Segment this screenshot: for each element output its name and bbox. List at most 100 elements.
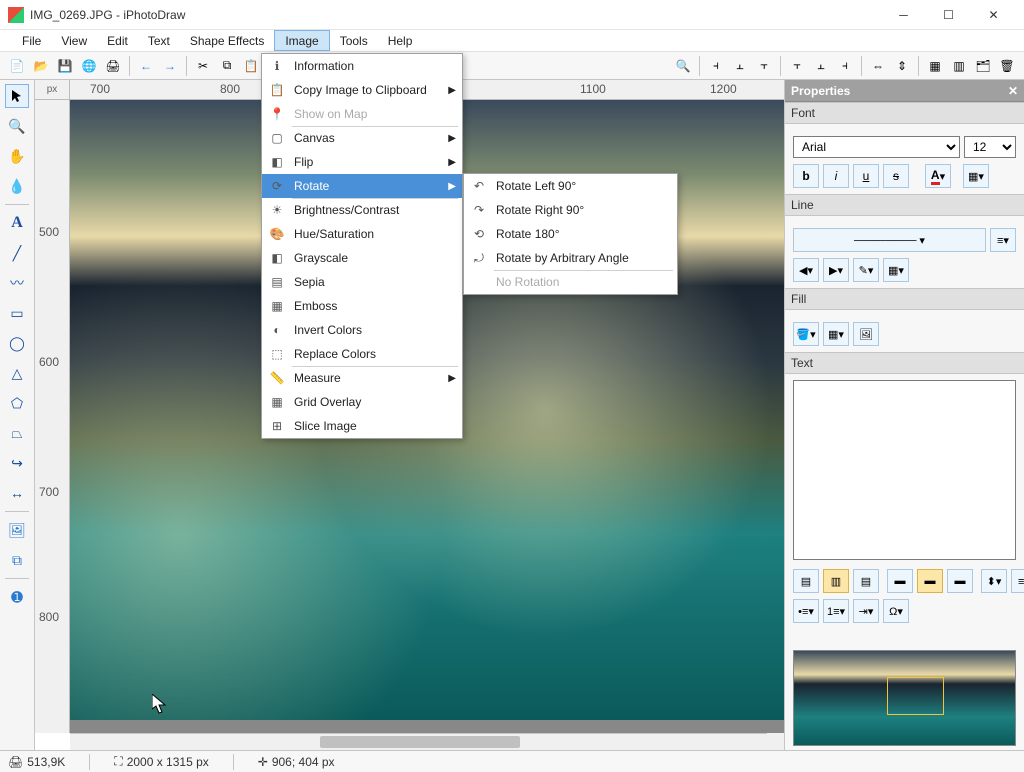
properties-close-icon[interactable]: ✕: [1008, 84, 1018, 98]
fill-image-icon[interactable]: 🖼: [853, 322, 879, 346]
font-size-select[interactable]: 12: [964, 136, 1016, 158]
next-icon[interactable]: →: [159, 55, 181, 77]
font-family-select[interactable]: Arial: [793, 136, 960, 158]
cut-icon[interactable]: ✂: [192, 55, 214, 77]
align-middle-icon[interactable]: ⫠: [810, 55, 832, 77]
numbering-icon[interactable]: 1≡▾: [823, 599, 849, 623]
distribute-h-icon[interactable]: ⇔: [867, 55, 889, 77]
text-direction-icon[interactable]: ⬍▾: [981, 569, 1007, 593]
layout-split-icon[interactable]: ▥: [948, 55, 970, 77]
rotate-menu-rotate-left-90-[interactable]: ↶Rotate Left 90°: [464, 174, 677, 198]
strikethrough-icon[interactable]: s: [883, 164, 909, 188]
fill-color-icon[interactable]: 🪣▾: [793, 322, 819, 346]
line-end-icon[interactable]: ▶▾: [823, 258, 849, 282]
minimize-button[interactable]: ─: [881, 0, 926, 30]
fill-pattern-icon[interactable]: ▦▾: [823, 322, 849, 346]
align-top-icon[interactable]: ⫟: [786, 55, 808, 77]
text-input[interactable]: [793, 380, 1016, 560]
align-left-icon[interactable]: ⫞: [705, 55, 727, 77]
maximize-button[interactable]: ☐: [926, 0, 971, 30]
horizontal-scrollbar[interactable]: [70, 733, 767, 750]
layout-grid-icon[interactable]: ▦: [924, 55, 946, 77]
image-menu-invert-colors[interactable]: ◐Invert Colors: [262, 318, 462, 342]
align-center-h-icon[interactable]: ⫠: [729, 55, 751, 77]
image-tool-icon[interactable]: 🖼: [5, 518, 29, 542]
polygon-tool-icon[interactable]: ⬠: [5, 391, 29, 415]
new-icon[interactable]: 📄: [6, 55, 28, 77]
image-menu-emboss[interactable]: ▦Emboss: [262, 294, 462, 318]
align-center-text-icon[interactable]: ▥: [823, 569, 849, 593]
triangle-tool-icon[interactable]: △: [5, 361, 29, 385]
underline-icon[interactable]: u: [853, 164, 879, 188]
indent-icon[interactable]: ⇥▾: [853, 599, 879, 623]
valign-bottom-icon[interactable]: ▬: [947, 569, 973, 593]
menu-tools[interactable]: Tools: [330, 30, 378, 51]
text-tool-icon[interactable]: A: [5, 211, 29, 235]
image-menu-brightness-contrast[interactable]: ☀Brightness/Contrast: [262, 198, 462, 222]
callout-tool-icon[interactable]: ⏢: [5, 421, 29, 445]
line-color-icon[interactable]: ✎▾: [853, 258, 879, 282]
line-dash-icon[interactable]: ≡▾: [990, 228, 1016, 252]
align-right-icon[interactable]: ⫟: [753, 55, 775, 77]
ellipse-tool-icon[interactable]: ◯: [5, 331, 29, 355]
copy-icon[interactable]: ⧉: [216, 55, 238, 77]
image-menu-grid-overlay[interactable]: ▦Grid Overlay: [262, 390, 462, 414]
prev-icon[interactable]: ←: [135, 55, 157, 77]
zoom-in-icon[interactable]: 🔍: [672, 55, 694, 77]
pan-tool-icon[interactable]: ✋: [5, 144, 29, 168]
close-button[interactable]: ✕: [971, 0, 1016, 30]
omega-icon[interactable]: Ω▾: [883, 599, 909, 623]
valign-top-icon[interactable]: ▬: [887, 569, 913, 593]
distribute-v-icon[interactable]: ⇕: [891, 55, 913, 77]
rotate-menu-rotate-right-90-[interactable]: ↷Rotate Right 90°: [464, 198, 677, 222]
rotate-menu-rotate-180-[interactable]: ⟲Rotate 180°: [464, 222, 677, 246]
image-menu-grayscale[interactable]: ◧Grayscale: [262, 246, 462, 270]
marker-tool-icon[interactable]: ➊: [5, 585, 29, 609]
navigator-thumbnail[interactable]: [793, 650, 1016, 746]
menu-text[interactable]: Text: [138, 30, 180, 51]
curve-tool-icon[interactable]: 〰: [5, 271, 29, 295]
navigator-viewport[interactable]: [887, 677, 944, 715]
save-icon[interactable]: 💾: [54, 55, 76, 77]
image-menu-hue-saturation[interactable]: 🎨Hue/Saturation: [262, 222, 462, 246]
bullets-icon[interactable]: •≡▾: [793, 599, 819, 623]
align-right-text-icon[interactable]: ▤: [853, 569, 879, 593]
menu-shape-effects[interactable]: Shape Effects: [180, 30, 275, 51]
image-menu-information[interactable]: ℹInformation: [262, 54, 462, 78]
menu-image[interactable]: Image: [274, 30, 329, 51]
line-style-icon[interactable]: ──────── ▾: [793, 228, 986, 252]
image-menu-replace-colors[interactable]: ⬚Replace Colors: [262, 342, 462, 366]
menu-file[interactable]: File: [12, 30, 51, 51]
align-left-text-icon[interactable]: ▤: [793, 569, 819, 593]
italic-icon[interactable]: i: [823, 164, 849, 188]
image-menu-flip[interactable]: ◧Flip▶: [262, 150, 462, 174]
open-icon[interactable]: 📂: [30, 55, 52, 77]
zoom-tool-icon[interactable]: 🔍: [5, 114, 29, 138]
print-icon[interactable]: 🖨: [102, 55, 124, 77]
crop-tool-icon[interactable]: ⧉: [5, 548, 29, 572]
layer-icon[interactable]: 🗂: [972, 55, 994, 77]
rect-tool-icon[interactable]: ▭: [5, 301, 29, 325]
valign-middle-icon[interactable]: ▬: [917, 569, 943, 593]
image-menu-sepia[interactable]: ▤Sepia: [262, 270, 462, 294]
menu-help[interactable]: Help: [378, 30, 423, 51]
font-fill-icon[interactable]: ▦▾: [963, 164, 989, 188]
image-menu-canvas[interactable]: ▢Canvas▶: [262, 126, 462, 150]
image-menu-copy-image-to-clipboard[interactable]: 📋Copy Image to Clipboard▶: [262, 78, 462, 102]
bold-icon[interactable]: b: [793, 164, 819, 188]
paste-icon[interactable]: 📋: [240, 55, 262, 77]
menu-view[interactable]: View: [51, 30, 97, 51]
text-arrow-tool-icon[interactable]: ↪: [5, 451, 29, 475]
align-bottom-icon[interactable]: ⫞: [834, 55, 856, 77]
text-list-icon[interactable]: ≡▾: [1011, 569, 1024, 593]
image-menu-measure[interactable]: 📏Measure▶: [262, 366, 462, 390]
image-menu-rotate[interactable]: ⟳Rotate▶: [262, 174, 462, 198]
image-menu-slice-image[interactable]: ⊞Slice Image: [262, 414, 462, 438]
line-start-icon[interactable]: ◀▾: [793, 258, 819, 282]
rotate-menu-rotate-by-arbitrary-angle[interactable]: ⤾Rotate by Arbitrary Angle: [464, 246, 677, 270]
web-icon[interactable]: 🌐: [78, 55, 100, 77]
scroll-thumb[interactable]: [320, 736, 520, 748]
dimension-tool-icon[interactable]: ↔: [5, 481, 29, 505]
line-pattern-icon[interactable]: ▦▾: [883, 258, 909, 282]
delete-layer-icon[interactable]: 🗑: [996, 55, 1018, 77]
